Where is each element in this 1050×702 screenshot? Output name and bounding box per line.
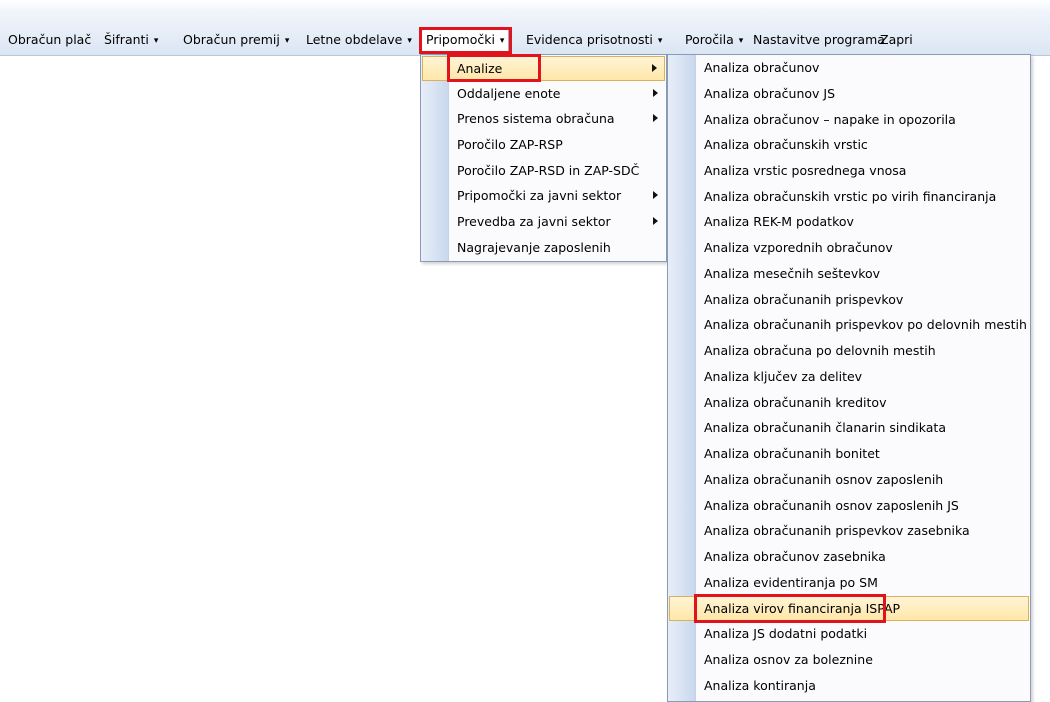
menu-item-label: Oddaljene enote xyxy=(457,86,561,101)
menu-item-prispevki-zasebnika[interactable]: Analiza obračunanih prispevkov zasebnika xyxy=(669,518,1029,543)
menu-item-obracunske-vrstice[interactable]: Analiza obračunskih vrstic xyxy=(669,132,1029,157)
menu-item-label: Analiza obračunov zasebnika xyxy=(704,549,886,564)
menu-item-label: Analiza obračunov – napake in opozorila xyxy=(704,112,956,127)
menu-item-label: Analiza obračunanih članarin sindikata xyxy=(704,420,946,435)
menu-item-label: Analiza obračunov xyxy=(704,60,820,75)
menu-item-label: Prenos sistema obračuna xyxy=(457,111,615,126)
menu-item-label: Analiza vzporednih obračunov xyxy=(704,240,893,255)
submenu-arrow-icon xyxy=(653,114,658,122)
menu-item-obracuni-zasebnika[interactable]: Analiza obračunov zasebnika xyxy=(669,544,1029,569)
menu-zapri[interactable]: Zapri xyxy=(876,29,917,51)
submenu-arrow-icon xyxy=(652,64,657,72)
menu-item-label: Analiza obračunskih vrstic po virih fina… xyxy=(704,189,997,204)
menu-item-pripomocki-js[interactable]: Pripomočki za javni sektor xyxy=(422,183,665,208)
menu-label: Obračun premij xyxy=(183,32,280,47)
menu-label: Pripomočki xyxy=(426,32,495,47)
menu-item-prevedba-js[interactable]: Prevedba za javni sektor xyxy=(422,209,665,234)
menu-item-label: Nagrajevanje zaposlenih xyxy=(457,240,611,255)
menu-item-analiza-obracunov[interactable]: Analiza obračunov xyxy=(669,55,1029,80)
chevron-down-icon: ▾ xyxy=(284,36,290,46)
menu-item-nagrajevanje[interactable]: Nagrajevanje zaposlenih xyxy=(422,235,665,260)
chevron-down-icon: ▾ xyxy=(407,36,412,46)
menu-item-osnove-zaposlenih[interactable]: Analiza obračunanih osnov zaposlenih xyxy=(669,467,1029,492)
menu-item-label: Analiza kontiranja xyxy=(704,678,816,693)
menu-label: Zapri xyxy=(880,32,913,47)
menu-item-porocilo-zap-rsp[interactable]: Poročilo ZAP-RSP xyxy=(422,132,665,157)
menu-item-krediti[interactable]: Analiza obračunanih kreditov xyxy=(669,390,1029,415)
menu-item-label: Analiza obračunanih prispevkov po delovn… xyxy=(704,317,1027,332)
menu-item-label: Analiza virov financiranja ISPAP xyxy=(704,601,901,616)
menu-item-label: Analiza evidentiranja po SM xyxy=(704,575,878,590)
menu-item-kljuci-delitev[interactable]: Analiza ključev za delitev xyxy=(669,364,1029,389)
menu-label: Nastavitve programa xyxy=(753,32,885,47)
menu-item-prenos-sistema[interactable]: Prenos sistema obračuna xyxy=(422,106,665,131)
menu-item-rek-m[interactable]: Analiza REK-M podatkov xyxy=(669,209,1029,234)
menu-pripomocki[interactable]: Pripomočki ▾ xyxy=(421,28,510,55)
menu-item-clanarine[interactable]: Analiza obračunanih članarin sindikata xyxy=(669,415,1029,440)
menu-porocila[interactable]: Poročila ▾ xyxy=(681,29,747,51)
menu-sifranti[interactable]: Šifranti ▾ xyxy=(100,29,162,51)
menu-label: Šifranti xyxy=(104,32,149,47)
chevron-down-icon: ▾ xyxy=(738,36,744,46)
menu-item-label: Analiza obračunskih vrstic xyxy=(704,137,868,152)
menu-item-analiza-obracunov-js[interactable]: Analiza obračunov JS xyxy=(669,81,1029,106)
menu-item-oddaljene-enote[interactable]: Oddaljene enote xyxy=(422,81,665,106)
menu-obracun-plac[interactable]: Obračun plač xyxy=(4,29,95,51)
menu-item-label: Poročilo ZAP-RSP xyxy=(457,137,563,152)
menu-item-posredni-vnos[interactable]: Analiza vrstic posrednega vnosa xyxy=(669,158,1029,183)
menu-item-osnove-zaposlenih-js[interactable]: Analiza obračunanih osnov zaposlenih JS xyxy=(669,493,1029,518)
menu-item-boleznine[interactable]: Analiza osnov za boleznine xyxy=(669,647,1029,672)
menu-item-label: Analiza obračunanih bonitet xyxy=(704,446,880,461)
submenu-arrow-icon xyxy=(653,217,658,225)
menu-item-label: Analiza vrstic posrednega vnosa xyxy=(704,163,907,178)
menu-item-js-dodatni[interactable]: Analiza JS dodatni podatki xyxy=(669,621,1029,646)
menu-item-label: Analiza obračunanih prispevkov xyxy=(704,292,904,307)
menu-item-mesecni-sestevki[interactable]: Analiza mesečnih seštevkov xyxy=(669,261,1029,286)
menu-evidenca-prisotnosti[interactable]: Evidenca prisotnosti ▾ xyxy=(522,29,666,51)
menu-label: Poročila xyxy=(685,32,734,47)
menu-item-prispevki-dm[interactable]: Analiza obračunanih prispevkov po delovn… xyxy=(669,312,1029,337)
menu-item-label: Pripomočki za javni sektor xyxy=(457,188,622,203)
chevron-down-icon: ▾ xyxy=(499,36,505,46)
menu-item-porocilo-zap-rsd[interactable]: Poročilo ZAP-RSD in ZAP-SDČ xyxy=(422,158,665,183)
menu-item-label: Prevedba za javni sektor xyxy=(457,214,611,229)
submenu-arrow-icon xyxy=(653,191,658,199)
chevron-down-icon: ▾ xyxy=(657,36,663,46)
menu-item-label: Analiza obračunanih osnov zaposlenih JS xyxy=(704,498,959,513)
menu-label: Evidenca prisotnosti xyxy=(526,32,653,47)
menu-item-viri-ispap[interactable]: Analiza virov financiranja ISPAP xyxy=(669,596,1029,621)
menu-item-label: Analiza REK-M podatkov xyxy=(704,214,854,229)
menu-item-prispevki[interactable]: Analiza obračunanih prispevkov xyxy=(669,287,1029,312)
pripomocki-dropdown: Analize Oddaljene enote Prenos sistema o… xyxy=(420,54,667,262)
menu-item-label: Analiza obračunanih kreditov xyxy=(704,395,887,410)
menu-item-bonitete[interactable]: Analiza obračunanih bonitet xyxy=(669,441,1029,466)
menu-item-label: Analiza ključev za delitev xyxy=(704,369,863,384)
menu-item-label: Analiza JS dodatni podatki xyxy=(704,626,868,641)
menu-nastavitve-programa[interactable]: Nastavitve programa xyxy=(749,29,889,51)
menu-item-obracun-dm[interactable]: Analiza obračuna po delovnih mestih xyxy=(669,338,1029,363)
menu-item-label: Analiza obračunanih osnov zaposlenih xyxy=(704,472,944,487)
menu-item-napake-opozorila[interactable]: Analiza obračunov – napake in opozorila xyxy=(669,107,1029,132)
menu-item-vrstice-viri[interactable]: Analiza obračunskih vrstic po virih fina… xyxy=(669,184,1029,209)
menu-item-label: Analiza obračuna po delovnih mestih xyxy=(704,343,936,358)
menu-label: Letne obdelave xyxy=(306,32,403,47)
menu-bar: Obračun plač Šifranti ▾ Obračun premij ▾ L… xyxy=(0,0,1050,56)
analize-submenu: Analiza obračunov Analiza obračunov JS A… xyxy=(667,54,1031,702)
submenu-arrow-icon xyxy=(653,89,658,97)
menu-item-analize[interactable]: Analize xyxy=(422,56,665,81)
menu-letne-obdelave[interactable]: Letne obdelave ▾ xyxy=(302,29,416,51)
menu-obracun-premij[interactable]: Obračun premij ▾ xyxy=(179,29,293,51)
chevron-down-icon: ▾ xyxy=(153,36,159,46)
menu-item-label: Analiza osnov za boleznine xyxy=(704,652,873,667)
menu-item-kontiranje[interactable]: Analiza kontiranja xyxy=(669,673,1029,698)
menu-label: Obračun plač xyxy=(8,32,92,47)
menu-item-label: Analiza obračunanih prispevkov zasebnika xyxy=(704,523,970,538)
menu-item-vzporedni-obracuni[interactable]: Analiza vzporednih obračunov xyxy=(669,235,1029,260)
menu-item-label: Poročilo ZAP-RSD in ZAP-SDČ xyxy=(457,163,640,178)
menu-item-label: Analize xyxy=(457,61,503,76)
menu-item-label: Analiza obračunov JS xyxy=(704,86,836,101)
menu-item-evidentiranje-sm[interactable]: Analiza evidentiranja po SM xyxy=(669,570,1029,595)
menu-item-label: Analiza mesečnih seštevkov xyxy=(704,266,881,281)
